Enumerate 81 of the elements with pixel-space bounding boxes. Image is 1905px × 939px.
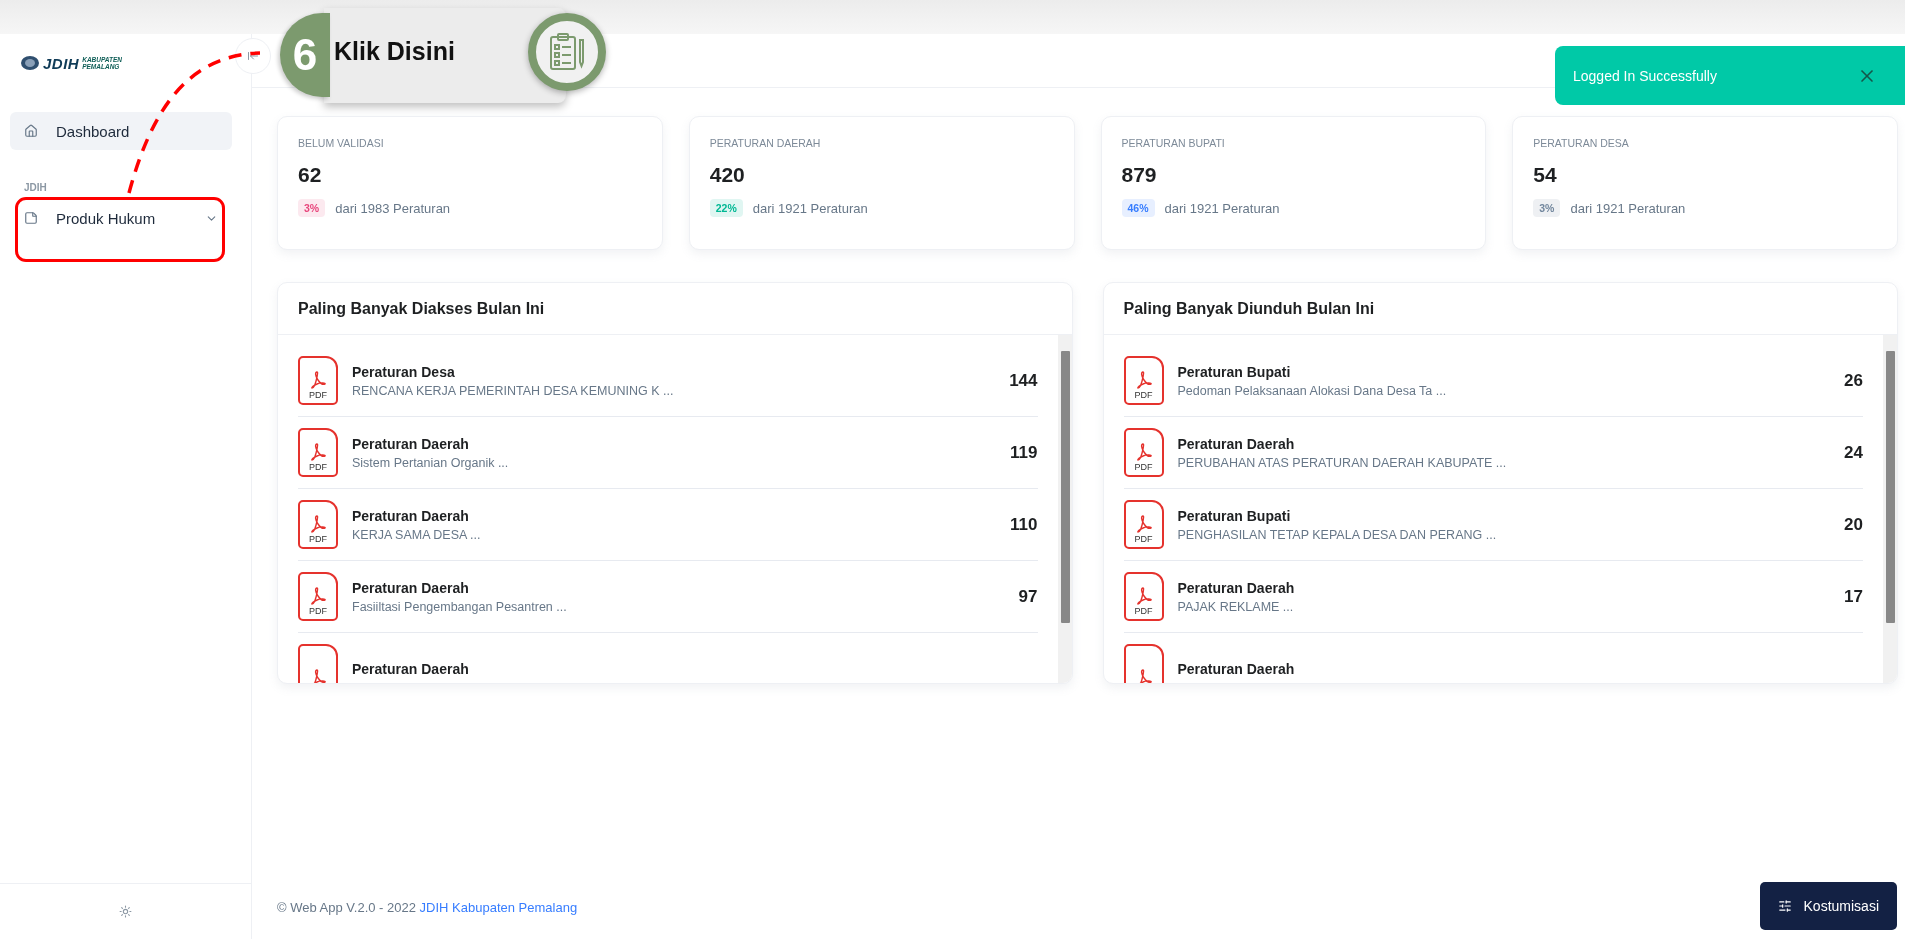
footer-text: © Web App V.2.0 - 2022 JDIH Kabupaten Pemalang [277, 899, 578, 915]
percent-badge: 22% [709, 199, 743, 217]
view-count: 119 [1010, 442, 1038, 463]
theme-toggle-icon[interactable] [119, 905, 132, 918]
home-icon [24, 124, 38, 138]
sliders-icon [1777, 899, 1792, 913]
document-type: Peraturan Daerah [352, 507, 469, 524]
stat-note: dari 1921 Peraturan [1570, 200, 1686, 216]
document-row[interactable]: PDF Peraturan Daerah PERUBAHAN ATAS PERATURAN DAERAH KABUPATE ... 24 [1123, 417, 1863, 489]
stat-note: dari 1983 Peraturan [335, 200, 451, 216]
document-title: Fasiiltasi Pengembangan Pesantren ... [352, 599, 567, 614]
pdf-file-icon: PDF [298, 572, 338, 621]
document-type: Peraturan Daerah [352, 435, 469, 452]
stat-label: PERATURAN DAERAH [709, 137, 821, 149]
document-row[interactable]: PDF Peraturan Daerah Fasiiltasi Pengembangan Pesantren ... 97 [298, 561, 1038, 633]
pdf-file-icon: PDF [298, 356, 338, 405]
note-icon [24, 211, 38, 225]
view-count: 144 [1009, 370, 1038, 391]
emblem-icon [20, 55, 40, 71]
pdf-file-icon: PDF [1123, 428, 1164, 477]
step-number: 6 [280, 13, 330, 97]
customize-button[interactable]: Kostumisasi [1759, 882, 1897, 930]
stat-label: PERATURAN BUPATI [1121, 137, 1225, 149]
stat-value: 879 [1121, 163, 1157, 187]
footer-link[interactable]: JDIH Kabupaten Pemalang [419, 899, 578, 915]
pdf-file-icon: PDF [298, 500, 338, 549]
stat-label: BELUM VALIDASI [298, 137, 384, 149]
document-row[interactable]: PDF Peraturan Bupati Pedoman Pelaksanaan Alokasi Dana Desa Ta ... 26 [1123, 345, 1863, 417]
panel-title: Paling Banyak Diunduh Bulan Ini [1123, 299, 1375, 318]
document-row[interactable]: PDF Peraturan Daerah PAJAK REKLAME ... 17 [1123, 561, 1863, 633]
document-type: Peraturan Bupati [1177, 363, 1291, 380]
document-row[interactable]: PDF Peraturan Bupati PENGHASILAN TETAP KEPALA DESA DAN PERANG ... 20 [1123, 489, 1863, 561]
document-type: Peraturan Daerah [352, 579, 469, 596]
logo-title: JDIH [43, 54, 80, 72]
collapse-icon [247, 50, 259, 62]
collapse-button[interactable] [235, 38, 271, 74]
callout-label: Klik Disini [334, 37, 455, 66]
stat-value: 62 [298, 163, 322, 187]
scrollbar[interactable] [1883, 335, 1897, 683]
document-type: Peraturan Bupati [1177, 507, 1291, 524]
view-count: 24 [1844, 442, 1863, 463]
stat-value: 54 [1533, 163, 1557, 187]
pdf-file-icon: PDF [1123, 356, 1164, 405]
document-title: Sistem Pertanian Organik ... [352, 455, 509, 470]
document-type: Peraturan Desa [352, 363, 455, 380]
document-title: Pedoman Pelaksanaan Alokasi Dana Desa Ta ... [1177, 383, 1447, 398]
document-row[interactable]: PDF Peraturan Desa RENCANA KERJA PEMERINTAH DESA KEMUNING K ... 144 [298, 345, 1038, 417]
document-title: PERUBAHAN ATAS PERATURAN DAERAH KABUPATE ... [1177, 455, 1507, 470]
stat-label: PERATURAN DESA [1533, 137, 1629, 149]
stat-note: dari 1921 Peraturan [752, 200, 868, 216]
document-title: PENGHASILAN TETAP KEPALA DESA DAN PERANG ... [1177, 527, 1497, 542]
toast-message: Logged In Successfully [1573, 67, 1718, 84]
pdf-file-icon: PDF [298, 428, 338, 477]
view-count: 17 [1844, 586, 1863, 607]
pdf-file-icon: PDF [1123, 572, 1164, 621]
panel-title: Paling Banyak Diakses Bulan Ini [298, 299, 545, 318]
document-row[interactable]: Peraturan Daerah [1123, 633, 1863, 683]
percent-badge: 3% [298, 199, 326, 217]
nav-item[interactable]: Produk Hukum [10, 199, 232, 237]
nav-item[interactable]: Dashboard [10, 112, 232, 150]
percent-badge: 3% [1533, 199, 1561, 217]
document-type: Peraturan Daerah [1177, 435, 1295, 452]
view-count: 20 [1844, 514, 1863, 535]
document-title: RENCANA KERJA PEMERINTAH DESA KEMUNING K ... [352, 383, 674, 398]
document-type: Peraturan Daerah [1177, 660, 1295, 677]
document-row[interactable]: Peraturan Daerah [298, 633, 1038, 683]
document-title: KERJA SAMA DESA ... [352, 527, 481, 542]
stat-note: dari 1921 Peraturan [1164, 200, 1280, 216]
document-type: Peraturan Daerah [1177, 579, 1295, 596]
view-count: 26 [1844, 370, 1863, 391]
document-row[interactable]: PDF Peraturan Daerah Sistem Pertanian Organik ... 119 [298, 417, 1038, 489]
document-type: Peraturan Daerah [352, 660, 469, 677]
nav-section-label: JDIH [23, 182, 48, 193]
document-row[interactable]: PDF Peraturan Daerah KERJA SAMA DESA ... 110 [298, 489, 1038, 561]
view-count: 97 [1018, 586, 1038, 607]
view-count: 110 [1010, 514, 1038, 535]
percent-badge: 46% [1121, 199, 1155, 217]
scrollbar[interactable] [1057, 335, 1072, 683]
stat-value: 420 [709, 163, 745, 187]
pdf-file-icon: PDF [1123, 500, 1164, 549]
document-title: PAJAK REKLAME ... [1177, 599, 1294, 614]
